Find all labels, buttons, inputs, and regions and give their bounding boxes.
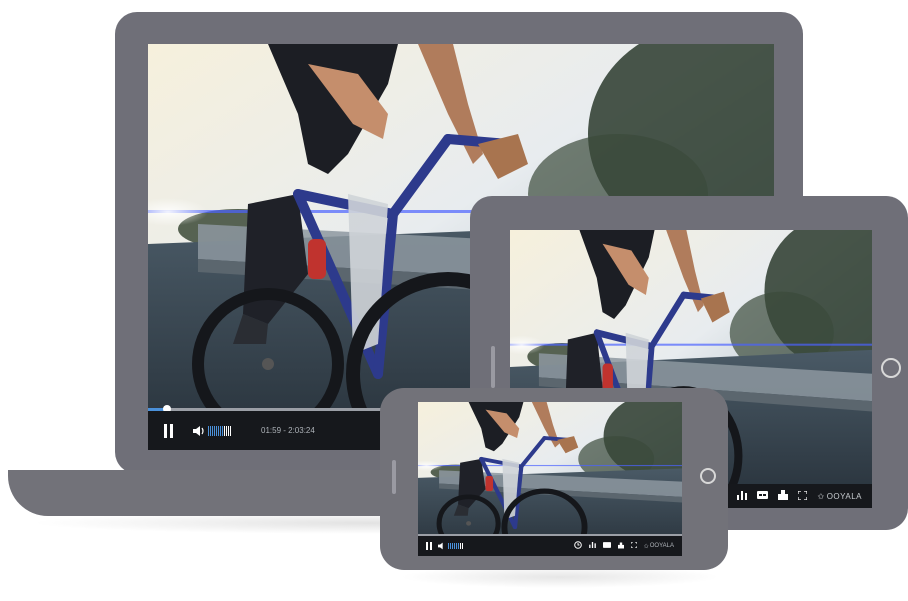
ooyala-logo-icon: ✩ [817, 491, 825, 501]
phone-home-button[interactable] [700, 468, 716, 484]
phone-control-bar: ✩ OOYALA [418, 536, 682, 556]
volume-slider[interactable] [208, 425, 231, 436]
phone-video-frame[interactable] [418, 402, 682, 556]
pause-icon[interactable] [426, 542, 432, 550]
share-icon[interactable] [617, 542, 624, 551]
volume-control[interactable] [193, 425, 231, 437]
tablet-camera [491, 346, 495, 388]
phone-brand-label: OOYALA [649, 543, 674, 549]
ooyala-logo: ✩ OOYALA [644, 543, 674, 550]
fullscreen-icon[interactable] [630, 541, 638, 550]
volume-icon[interactable] [438, 542, 446, 550]
clock-icon[interactable] [573, 541, 582, 551]
tablet-home-button[interactable] [881, 358, 901, 378]
phone-speaker [392, 460, 396, 494]
closed-captions-icon[interactable] [757, 491, 769, 501]
volume-control[interactable] [438, 542, 463, 550]
volume-slider[interactable] [448, 543, 463, 549]
pause-icon[interactable] [164, 423, 173, 438]
closed-captions-icon[interactable] [602, 542, 611, 550]
fullscreen-icon[interactable] [797, 489, 809, 502]
time-display: 01:59 - 2:03:24 [261, 426, 315, 435]
ooyala-logo: ✩ OOYALA [817, 492, 862, 501]
share-icon[interactable] [778, 490, 789, 502]
ooyala-logo-icon: ✩ [643, 543, 649, 550]
tablet-brand-label: OOYALA [826, 491, 862, 501]
stats-icon[interactable] [588, 542, 596, 550]
volume-icon[interactable] [193, 425, 205, 437]
stats-icon[interactable] [737, 490, 748, 502]
phone-video-player[interactable]: ✩ OOYALA [418, 402, 682, 556]
